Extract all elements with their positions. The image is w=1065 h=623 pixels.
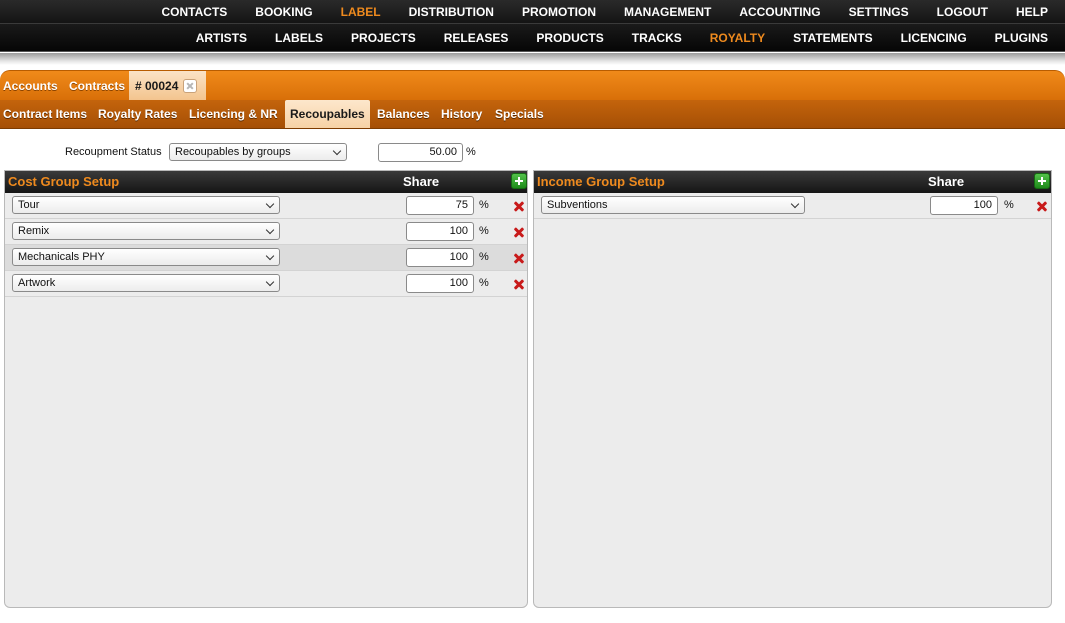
cost-group-name: Artwork [18, 277, 56, 289]
recoupment-share-unit: % [466, 146, 476, 158]
chevron-down-icon [265, 225, 275, 235]
cost-group-share-input[interactable]: 75 [406, 196, 474, 215]
cost-group-share-header: Share [403, 174, 440, 189]
cost-group-row: Remix 100 % [5, 219, 527, 245]
subnav-licencing[interactable]: LICENCING [887, 31, 981, 45]
cost-group-share-input[interactable]: 100 [406, 274, 474, 293]
chevron-down-icon [265, 251, 275, 261]
nav-distribution[interactable]: DISTRIBUTION [395, 5, 508, 19]
cost-group-row: Artwork 100 % [5, 271, 527, 297]
cost-group-name: Mechanicals PHY [18, 251, 105, 263]
delete-icon[interactable] [513, 252, 525, 264]
delete-icon[interactable] [513, 226, 525, 238]
income-group-row: Subventions 100 % [534, 193, 1051, 219]
nav-shadow [0, 53, 1065, 65]
nav-label[interactable]: LABEL [327, 5, 395, 19]
tab-royalty-rates[interactable]: Royalty Rates [98, 100, 177, 128]
recoupment-status-value: Recoupables by groups [175, 146, 291, 158]
subnav-tracks[interactable]: TRACKS [618, 31, 696, 45]
income-group-share-header: Share [928, 174, 965, 189]
nav-logout[interactable]: LOGOUT [923, 5, 1002, 19]
breadcrumb-contracts[interactable]: Contracts [69, 71, 125, 100]
subnav-releases[interactable]: RELEASES [430, 31, 523, 45]
nav-accounting[interactable]: ACCOUNTING [725, 5, 834, 19]
delete-icon[interactable] [513, 278, 525, 290]
cost-group-share-unit: % [479, 225, 489, 237]
subnav-labels[interactable]: LABELS [261, 31, 337, 45]
subnav-artists[interactable]: ARTISTS [182, 31, 261, 45]
income-group-name: Subventions [547, 199, 608, 211]
income-group-share-unit: % [1004, 199, 1014, 211]
cost-group-panel: Cost Group Setup Share Tour 75 % Remix 1… [4, 170, 528, 608]
chevron-down-icon [790, 199, 800, 209]
top-nav-secondary: ARTISTS LABELS PROJECTS RELEASES PRODUCT… [0, 24, 1065, 52]
breadcrumb-current-contract[interactable]: # 00024 [129, 71, 206, 100]
subnav-statements[interactable]: STATEMENTS [779, 31, 887, 45]
close-tab-icon[interactable] [183, 78, 198, 93]
cost-group-name: Remix [18, 225, 50, 237]
cost-group-header: Cost Group Setup Share [5, 171, 527, 193]
cost-group-share-input[interactable]: 100 [406, 222, 474, 241]
income-group-select[interactable]: Subventions [541, 196, 805, 214]
subnav-products[interactable]: PRODUCTS [522, 31, 617, 45]
breadcrumb-accounts[interactable]: Accounts [3, 71, 58, 100]
subnav-royalty[interactable]: ROYALTY [696, 31, 779, 45]
subnav-projects[interactable]: PROJECTS [337, 31, 430, 45]
subnav-plugins[interactable]: PLUGINS [981, 31, 1065, 45]
tab-history[interactable]: History [441, 100, 482, 128]
recoupment-share-input[interactable]: 50.00 [378, 143, 463, 162]
add-cost-group-icon[interactable] [511, 173, 527, 189]
recoupment-status-label: Recoupment Status [65, 146, 162, 158]
delete-icon[interactable] [513, 200, 525, 212]
cost-group-select[interactable]: Artwork [12, 274, 280, 292]
cost-group-select[interactable]: Tour [12, 196, 280, 214]
chevron-down-icon [332, 146, 342, 156]
chevron-down-icon [265, 199, 275, 209]
tab-recoupables[interactable]: Recoupables [285, 100, 370, 128]
cost-group-share-unit: % [479, 199, 489, 211]
contract-tabs: Contract Items Royalty Rates Licencing &… [0, 100, 1065, 129]
cost-group-share-unit: % [479, 251, 489, 263]
nav-promotion[interactable]: PROMOTION [508, 5, 610, 19]
breadcrumb: Accounts Contracts # 00024 [0, 70, 1065, 100]
cost-group-row: Tour 75 % [5, 193, 527, 219]
cost-group-select[interactable]: Mechanicals PHY [12, 248, 280, 266]
income-group-panel: Income Group Setup Share Subventions 100… [533, 170, 1052, 608]
delete-icon[interactable] [1036, 200, 1048, 212]
nav-settings[interactable]: SETTINGS [835, 5, 923, 19]
breadcrumb-current-label: # 00024 [135, 78, 179, 93]
cost-group-row: Mechanicals PHY 100 % [5, 245, 527, 271]
cost-group-share-unit: % [479, 277, 489, 289]
cost-group-title: Cost Group Setup [8, 174, 120, 189]
cost-group-share-input[interactable]: 100 [406, 248, 474, 267]
nav-help[interactable]: HELP [1002, 5, 1065, 19]
top-nav-primary: CONTACTS BOOKING LABEL DISTRIBUTION PROM… [0, 0, 1065, 24]
tab-contract-items[interactable]: Contract Items [3, 100, 87, 128]
cost-group-name: Tour [18, 199, 40, 211]
nav-booking[interactable]: BOOKING [241, 5, 326, 19]
tab-licencing-nr[interactable]: Licencing & NR [189, 100, 278, 128]
tab-balances[interactable]: Balances [377, 100, 430, 128]
income-group-header: Income Group Setup Share [534, 171, 1051, 193]
income-group-title: Income Group Setup [537, 174, 665, 189]
tab-specials[interactable]: Specials [495, 100, 544, 128]
cost-group-select[interactable]: Remix [12, 222, 280, 240]
add-income-group-icon[interactable] [1034, 173, 1050, 189]
nav-management[interactable]: MANAGEMENT [610, 5, 725, 19]
nav-contacts[interactable]: CONTACTS [148, 5, 242, 19]
recoupment-status-select[interactable]: Recoupables by groups [169, 143, 347, 161]
income-group-share-input[interactable]: 100 [930, 196, 998, 215]
chevron-down-icon [265, 277, 275, 287]
